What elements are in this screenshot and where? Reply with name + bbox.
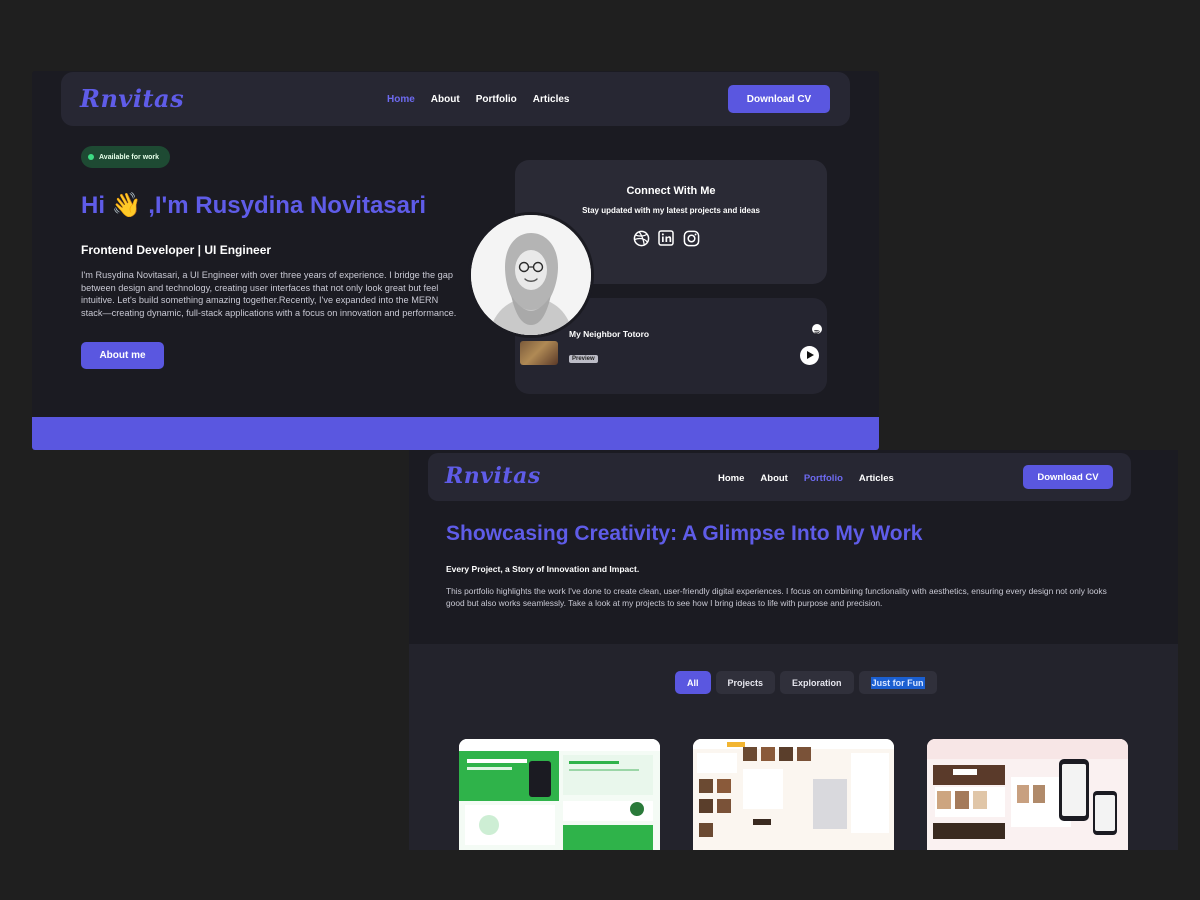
filter-exploration[interactable]: Exploration xyxy=(780,671,854,694)
hero-role: Frontend Developer | UI Engineer xyxy=(81,243,272,257)
nav-link-home[interactable]: Home xyxy=(387,94,415,105)
play-button[interactable] xyxy=(800,346,819,365)
nav-link-portfolio[interactable]: Portfolio xyxy=(476,94,517,105)
logo[interactable]: Rnvitas xyxy=(80,84,184,113)
nav-link-about[interactable]: About xyxy=(760,473,787,484)
project-card[interactable] xyxy=(693,739,894,850)
home-page-screenshot: Rnvitas Home About Portfolio Articles Do… xyxy=(32,71,879,450)
about-me-button[interactable]: About me xyxy=(81,342,164,369)
profile-photo xyxy=(468,212,594,338)
filter-just-for-fun-label: Just for Fun xyxy=(870,676,925,689)
download-cv-button[interactable]: Download CV xyxy=(728,85,830,113)
navbar: Rnvitas Home About Portfolio Articles Do… xyxy=(428,453,1131,501)
download-cv-button[interactable]: Download CV xyxy=(1023,465,1113,489)
portfolio-heading: Showcasing Creativity: A Glimpse Into My… xyxy=(446,522,923,545)
album-cover xyxy=(520,341,558,365)
project-card[interactable] xyxy=(927,739,1128,850)
filter-just-for-fun[interactable]: Just for Fun xyxy=(858,671,937,694)
connect-title: Connect With Me xyxy=(626,185,716,197)
track-title: My Neighbor Totoro xyxy=(569,329,650,339)
project-thumbnail-green xyxy=(459,739,660,850)
hero-bio: I'm Rusydina Novitasari, a UI Engineer w… xyxy=(81,270,457,319)
linkedin-icon[interactable] xyxy=(657,229,675,247)
navbar: Rnvitas Home About Portfolio Articles Do… xyxy=(61,72,850,126)
filter-projects[interactable]: Projects xyxy=(715,671,776,694)
nav-links: Home About Portfolio Articles xyxy=(387,94,569,105)
portfolio-description: This portfolio highlights the work I've … xyxy=(446,586,1107,608)
project-thumbnail-food xyxy=(693,739,894,837)
nav-link-about[interactable]: About xyxy=(431,94,460,105)
dribbble-icon[interactable] xyxy=(632,229,650,247)
nav-link-articles[interactable]: Articles xyxy=(859,473,894,484)
connect-subtitle: Stay updated with my latest projects and… xyxy=(582,206,760,215)
social-links xyxy=(632,229,700,247)
filter-tabs: All Projects Exploration Just for Fun xyxy=(675,671,937,694)
project-thumbnail-shop xyxy=(927,739,1128,839)
filter-all[interactable]: All xyxy=(675,671,711,694)
portfolio-subheading: Every Project, a Story of Innovation and… xyxy=(446,564,640,574)
availability-label: Available for work xyxy=(99,153,160,161)
accent-strip xyxy=(32,417,879,450)
nav-links: Home About Portfolio Articles xyxy=(718,473,894,484)
spotify-icon[interactable] xyxy=(812,324,822,335)
nav-link-portfolio[interactable]: Portfolio xyxy=(804,473,843,484)
logo[interactable]: Rnvitas xyxy=(445,463,541,489)
preview-tag: Preview xyxy=(569,355,598,363)
nav-link-articles[interactable]: Articles xyxy=(533,94,570,105)
portfolio-gallery: All Projects Exploration Just for Fun xyxy=(409,644,1178,850)
status-dot-icon xyxy=(88,154,94,160)
nav-link-home[interactable]: Home xyxy=(718,473,744,484)
availability-badge: Available for work xyxy=(81,146,171,168)
instagram-icon[interactable] xyxy=(682,229,700,247)
project-card[interactable] xyxy=(459,739,660,850)
hero-greeting: Hi 👋 ,I'm Rusydina Novitasari xyxy=(81,192,427,219)
portfolio-page-screenshot: Rnvitas Home About Portfolio Articles Do… xyxy=(409,450,1178,850)
